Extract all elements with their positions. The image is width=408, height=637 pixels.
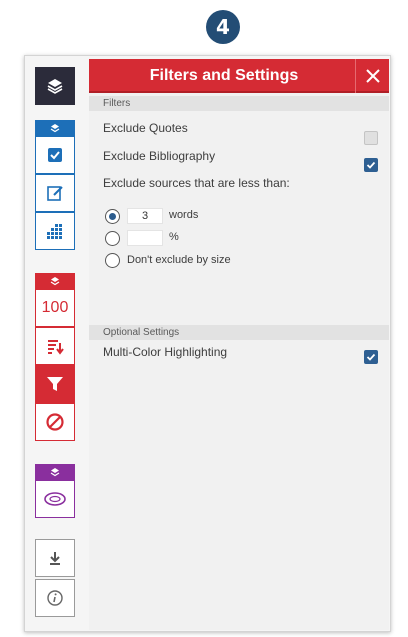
panel-titlebar: Filters and Settings xyxy=(89,59,389,93)
no-entry-icon xyxy=(46,413,64,431)
no-size-radio[interactable] xyxy=(105,253,120,268)
exclude-tool-button[interactable] xyxy=(35,403,75,441)
close-button[interactable] xyxy=(355,59,389,93)
words-unit-label: words xyxy=(169,209,199,221)
sort-icon xyxy=(48,340,64,355)
similarity-group-tab xyxy=(35,273,75,289)
similarity-score: 100 xyxy=(41,299,69,316)
grading-group-tab xyxy=(35,120,75,136)
filters-section-header: Filters xyxy=(89,96,389,111)
info-button[interactable] xyxy=(35,579,75,617)
download-button[interactable] xyxy=(35,539,75,577)
exclude-small-sources-label: Exclude sources that are less than: xyxy=(103,176,290,190)
sort-tool-button[interactable] xyxy=(35,327,75,365)
download-icon xyxy=(50,552,60,565)
layers-button[interactable] xyxy=(35,67,75,105)
percent-radio[interactable] xyxy=(105,231,120,246)
checkmark-icon xyxy=(366,353,376,361)
info-icon xyxy=(47,590,63,606)
no-size-label: Don't exclude by size xyxy=(127,254,231,266)
words-radio[interactable] xyxy=(105,209,120,224)
ets-tool-button[interactable] xyxy=(35,480,75,518)
layers-icon xyxy=(50,468,60,477)
exclude-bibliography-label: Exclude Bibliography xyxy=(103,149,216,163)
multicolor-checkbox[interactable] xyxy=(364,350,378,364)
optional-settings-header: Optional Settings xyxy=(89,325,389,340)
checkbox-icon xyxy=(48,148,62,162)
exclude-bibliography-checkbox[interactable] xyxy=(364,158,378,172)
step-number-badge: 4 xyxy=(206,10,240,44)
filter-tool-button[interactable] xyxy=(35,365,75,403)
edit-tool-button[interactable] xyxy=(35,174,75,212)
similarity-score-button[interactable]: 100 xyxy=(35,289,75,327)
exclude-quotes-label: Exclude Quotes xyxy=(103,121,188,135)
words-count-input[interactable]: 3 xyxy=(127,208,163,224)
grid-icon xyxy=(47,224,62,239)
edit-icon xyxy=(47,186,63,201)
layers-icon xyxy=(50,277,60,286)
checkbox-tool-button[interactable] xyxy=(35,136,75,174)
close-icon xyxy=(365,69,380,83)
grid-tool-button[interactable] xyxy=(35,212,75,250)
layers-icon xyxy=(47,79,63,94)
ets-icon xyxy=(44,492,66,506)
filter-icon xyxy=(47,377,63,391)
percent-unit-label: % xyxy=(169,231,179,243)
exclude-quotes-checkbox[interactable] xyxy=(364,131,378,145)
ets-group-tab xyxy=(35,464,75,480)
layers-icon xyxy=(50,124,60,133)
checkmark-icon xyxy=(366,161,376,169)
tool-rail: 100 xyxy=(25,56,86,631)
percent-input[interactable] xyxy=(127,230,163,246)
panel-title: Filters and Settings xyxy=(149,67,299,84)
feedback-studio-window: 100 Filters and Settings Filters Exclude… xyxy=(24,55,391,632)
multicolor-label: Multi-Color Highlighting xyxy=(103,345,228,359)
filters-settings-panel: Filters and Settings Filters Exclude Quo… xyxy=(89,59,389,630)
